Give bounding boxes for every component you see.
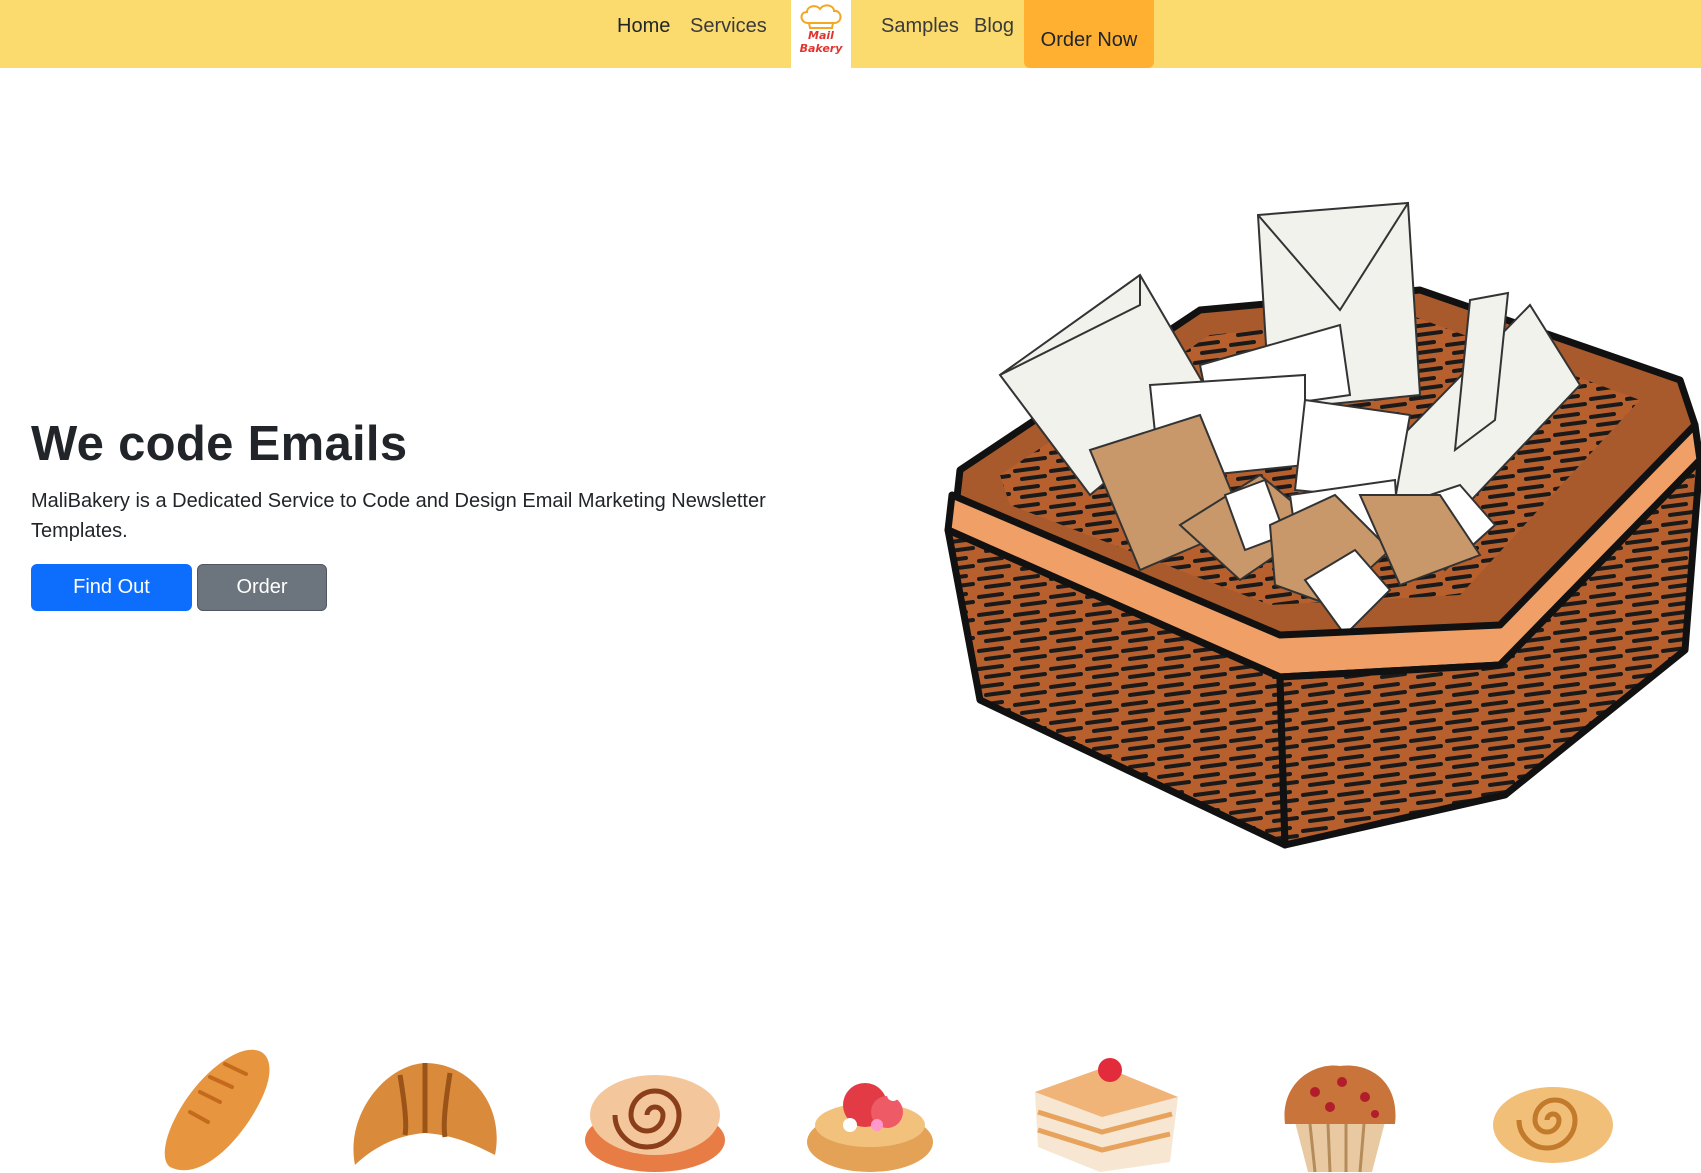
muffin-icon — [1284, 1065, 1396, 1173]
order-now-button[interactable]: Order Now — [197, 564, 327, 643]
logo-text-bakery: Bakery — [799, 42, 843, 55]
pastry-row — [0, 1030, 1701, 1173]
brand-logo[interactable]: Mail Bakery — [791, 0, 851, 68]
hero-title: We code Emails — [31, 417, 408, 471]
top-navbar: Home Services Mail Bakery Samples Blog O… — [0, 0, 1701, 68]
nav-link-home[interactable]: Home — [617, 12, 670, 40]
logo-text-mail: Mail — [808, 29, 834, 42]
chef-hat-icon — [800, 4, 842, 29]
find-out-more-button[interactable]: Find Out More — [31, 564, 192, 643]
layer-cake-slice-icon — [1035, 1058, 1178, 1172]
nav-link-samples[interactable]: Samples — [881, 12, 959, 40]
bread-loaf-icon — [164, 1049, 270, 1171]
nav-order-now-button[interactable]: Order Now — [1024, 0, 1154, 68]
fruit-tart-icon — [807, 1083, 933, 1172]
swirl-bun-icon — [1493, 1087, 1613, 1163]
hero-description: MaliBakery is a Dedicated Service to Cod… — [31, 490, 766, 542]
croissant-icon — [353, 1063, 497, 1165]
cinnamon-roll-icon — [585, 1075, 725, 1172]
basket-of-envelopes-illustration — [944, 201, 1701, 849]
nav-link-services[interactable]: Services — [690, 12, 767, 40]
nav-link-blog[interactable]: Blog — [974, 12, 1014, 40]
